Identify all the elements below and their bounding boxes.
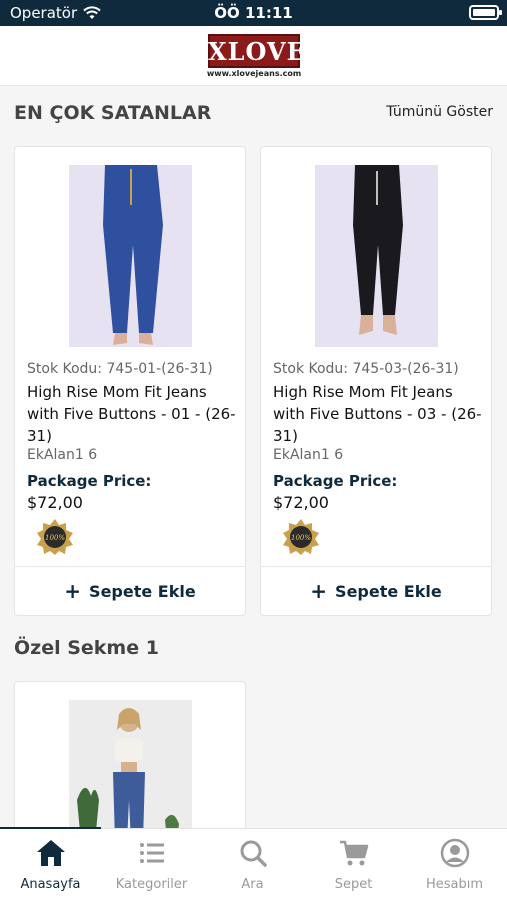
seal-text: 100% (45, 534, 65, 542)
product-code: Stok Kodu: 745-03-(26-31) (273, 361, 459, 377)
product-card[interactable]: Stok Kodu: 745-03-(26-31) High Rise Mom … (260, 146, 492, 616)
product-price: $72,00 (27, 493, 83, 512)
home-icon (37, 840, 65, 866)
best-sellers-title: EN ÇOK SATANLAR (14, 102, 212, 124)
tab-account[interactable]: Hesabım (404, 829, 505, 900)
battery-icon (469, 5, 502, 20)
product-extra-field: EkAlan1 6 (27, 447, 98, 463)
tab-label: Ara (241, 877, 264, 892)
clock: ÖÖ 11:11 (214, 4, 293, 22)
quality-seal-icon: 100% (37, 519, 73, 555)
logo-url: www.xlovejeans.com (206, 69, 302, 78)
tab-home[interactable]: Anasayfa (0, 829, 101, 900)
plus-icon: + (310, 579, 328, 603)
tab-search[interactable]: Ara (202, 829, 303, 900)
price-label: Package Price: (273, 472, 398, 490)
plus-icon: + (64, 579, 82, 603)
add-to-cart-button[interactable]: + Sepete Ekle (15, 567, 245, 615)
logo-brand: XLOVE (208, 37, 306, 66)
quality-seal-icon: 100% (283, 519, 319, 555)
product-code: Stok Kodu: 745-01-(26-31) (27, 361, 213, 377)
show-all-link[interactable]: Tümünü Göster (386, 104, 493, 120)
search-icon (240, 840, 267, 867)
product-name[interactable]: High Rise Mom Fit Jeans with Five Button… (273, 381, 483, 447)
product-card[interactable]: Stok Kodu: 745-01-(26-31) High Rise Mom … (14, 146, 246, 616)
add-to-cart-label: Sepete Ekle (335, 581, 442, 601)
tab-label: Anasayfa (20, 877, 81, 892)
price-label: Package Price: (27, 472, 152, 490)
tab-label: Kategoriler (115, 877, 188, 892)
brand-logo[interactable]: XLOVE www.xlovejeans.com (206, 34, 306, 80)
add-to-cart-button[interactable]: + Sepete Ekle (261, 567, 491, 615)
account-icon (440, 838, 470, 868)
bottom-tab-bar: Anasayfa Kategoriler Ara Sepet Hesabım (0, 827, 507, 900)
tab-categories[interactable]: Kategoriler (101, 829, 202, 900)
tab-label: Sepet (334, 877, 373, 892)
add-to-cart-label: Sepete Ekle (89, 581, 196, 601)
status-bar: Operatör ÖÖ 11:11 (0, 0, 507, 26)
tab-cart[interactable]: Sepet (303, 829, 404, 900)
product-card[interactable] (14, 681, 246, 841)
product-extra-field: EkAlan1 6 (273, 447, 344, 463)
product-image[interactable] (69, 165, 192, 347)
tab-label: Hesabım (425, 877, 484, 892)
product-image[interactable] (315, 165, 438, 347)
special-tab-title: Özel Sekme 1 (14, 637, 159, 659)
seal-text: 100% (291, 534, 311, 542)
product-image[interactable] (69, 700, 192, 840)
cart-icon (340, 840, 369, 866)
product-price: $72,00 (273, 493, 329, 512)
product-name[interactable]: High Rise Mom Fit Jeans with Five Button… (27, 381, 237, 447)
list-icon (140, 843, 164, 863)
top-bar: XLOVE www.xlovejeans.com (0, 26, 507, 86)
